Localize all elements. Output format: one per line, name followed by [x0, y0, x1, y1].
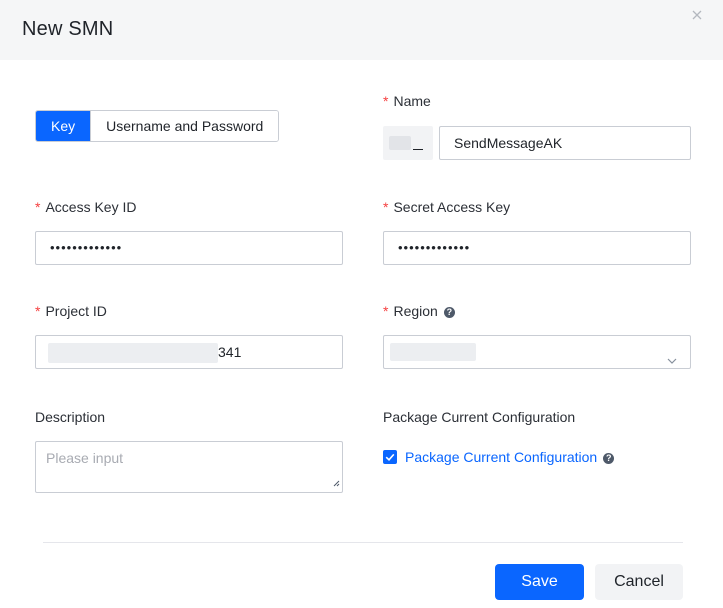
access-key-id-label: * Access Key ID	[35, 199, 137, 215]
cancel-button[interactable]: Cancel	[595, 564, 683, 600]
region-select[interactable]	[383, 335, 691, 369]
secret-access-key-label: * Secret Access Key	[383, 199, 511, 215]
name-input[interactable]: SendMessageAK	[439, 126, 691, 160]
package-config-checkbox[interactable]	[383, 450, 397, 464]
name-prefix	[383, 126, 433, 160]
description-label: Description	[35, 409, 106, 425]
tab-key[interactable]: Key	[36, 111, 91, 141]
dialog-title: New SMN	[22, 18, 114, 40]
package-config-label: Package Current Configuration	[383, 409, 576, 425]
name-label: * Name	[383, 93, 431, 109]
close-icon[interactable]	[690, 8, 704, 22]
name-prefix-underscore	[413, 149, 423, 150]
auth-method-switch: Key Username and Password	[35, 110, 280, 142]
resize-grip-icon[interactable]	[332, 474, 340, 490]
tab-username-password[interactable]: Username and Password	[90, 111, 279, 141]
package-config-checkbox-label[interactable]: Package Current Configuration?	[405, 449, 615, 465]
region-value-redacted	[390, 343, 476, 361]
checkmark-icon	[385, 453, 395, 461]
description-placeholder: Please input	[46, 450, 124, 466]
footer-divider	[43, 542, 683, 543]
access-key-id-input[interactable]: •••••••••••••	[35, 231, 343, 265]
dialog-header: New SMN	[0, 0, 723, 60]
project-id-suffix: 341	[218, 344, 242, 360]
project-id-input[interactable]: 341	[35, 335, 343, 369]
name-prefix-redacted	[389, 136, 411, 150]
package-config-help-icon[interactable]: ?	[603, 453, 615, 464]
description-textarea[interactable]: Please input	[35, 441, 343, 493]
secret-access-key-input[interactable]: •••••••••••••	[383, 231, 691, 265]
region-label: * Region?	[383, 303, 455, 319]
project-id-redacted	[48, 343, 218, 363]
region-help-icon[interactable]: ?	[443, 307, 455, 318]
project-id-label: * Project ID	[35, 303, 107, 319]
save-button[interactable]: Save	[495, 564, 584, 600]
chevron-down-icon	[666, 346, 678, 378]
